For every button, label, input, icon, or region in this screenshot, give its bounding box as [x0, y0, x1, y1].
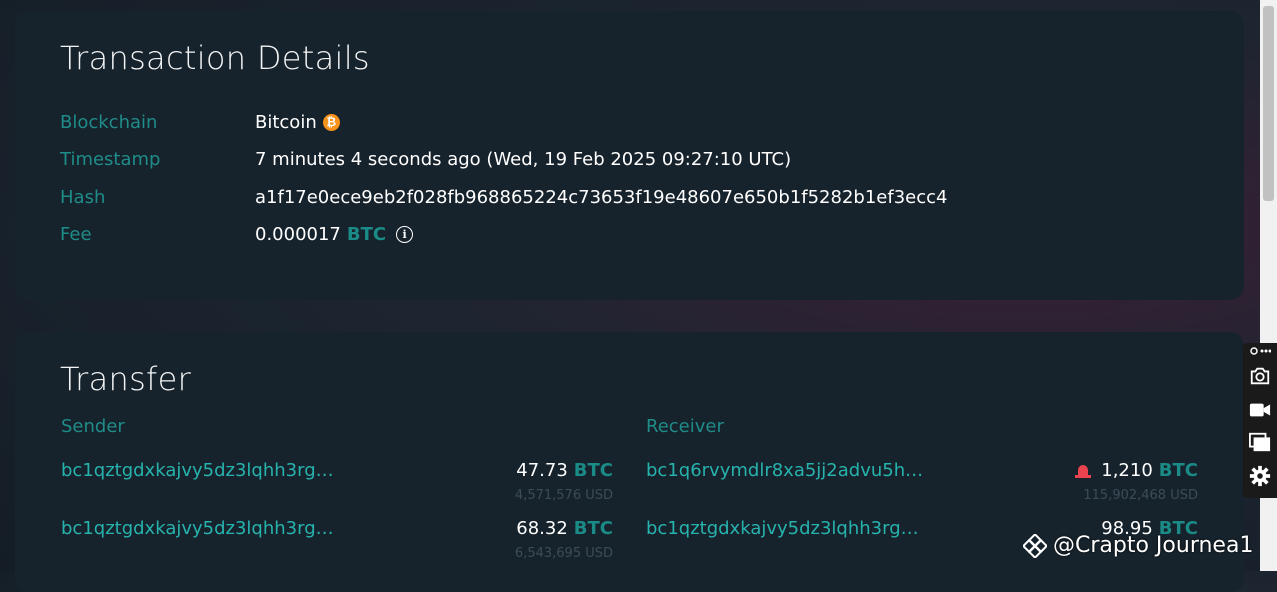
receiver-address-link[interactable]: bc1qztgdxkajvy5dz3lqhh3rg…: [646, 518, 919, 539]
sender-amount-unit: BTC: [573, 518, 613, 539]
fee-amount: 0.000017: [255, 223, 341, 245]
scrollbar-thumb[interactable]: [1263, 6, 1274, 201]
row-fee: Fee 0.000017 BTC i: [60, 221, 414, 247]
capture-toolbar: [1243, 343, 1277, 498]
sender-amount-unit: BTC: [573, 460, 613, 481]
sender-address-link[interactable]: bc1qztgdxkajvy5dz3lqhh3rg…: [61, 518, 334, 539]
blockchain-label: Blockchain: [60, 111, 158, 133]
transfer-title: Transfer: [60, 360, 192, 398]
receiver-usd-value: 115,902,468 USD: [1083, 488, 1198, 503]
row-timestamp: Timestamp 7 minutes 4 seconds ago (Wed, …: [60, 146, 791, 172]
watermark: @Crapto Journea1: [1023, 533, 1253, 558]
sender-amount-value: 47.73: [516, 460, 568, 481]
sender-amount-value: 68.32: [516, 518, 568, 539]
sender-address-link[interactable]: bc1qztgdxkajvy5dz3lqhh3rg…: [61, 460, 334, 481]
row-hash: Hash a1f17e0ece9eb2f028fb968865224c73653…: [60, 184, 947, 210]
more-options-icon[interactable]: [1249, 343, 1271, 357]
transaction-details-card: Transaction Details Blockchain Bitcoin ₿…: [15, 11, 1244, 300]
blockchain-value: Bitcoin ₿: [255, 112, 340, 133]
bitcoin-icon: ₿: [322, 113, 340, 131]
window-capture-icon[interactable]: [1249, 431, 1271, 453]
alert-siren-icon: [1075, 464, 1092, 478]
row-blockchain: Blockchain Bitcoin ₿: [60, 109, 340, 135]
gear-icon[interactable]: [1249, 465, 1271, 487]
camera-icon[interactable]: [1249, 365, 1271, 387]
blockchain-name: Bitcoin: [255, 111, 317, 133]
sender-heading: Sender: [61, 416, 125, 437]
receiver-amount-unit: BTC: [1158, 460, 1198, 481]
hash-label: Hash: [60, 186, 106, 208]
info-icon[interactable]: i: [396, 225, 414, 243]
sender-usd-value: 6,543,695 USD: [514, 546, 613, 561]
timestamp-label: Timestamp: [60, 148, 161, 170]
hash-link[interactable]: a1f17e0ece9eb2f028fb968865224c73653f19e4…: [255, 187, 947, 208]
receiver-address-link[interactable]: bc1q6rvymdlr8xa5jj2advu5h…: [646, 460, 923, 481]
details-title: Transaction Details: [60, 39, 370, 77]
sender-amount: 47.73 BTC: [516, 460, 613, 481]
watermark-text: @Crapto Journea1: [1053, 533, 1254, 558]
fee-label: Fee: [60, 223, 92, 245]
sender-amount: 68.32 BTC: [516, 518, 613, 539]
receiver-heading: Receiver: [646, 416, 724, 437]
video-camera-icon[interactable]: [1249, 399, 1271, 421]
binance-logo-icon: [1023, 533, 1047, 558]
receiver-amount-value: 1,210: [1101, 460, 1153, 481]
receiver-amount: 1,210 BTC: [1075, 460, 1198, 481]
fee-unit: BTC: [346, 223, 387, 245]
sender-usd-value: 4,571,576 USD: [514, 488, 613, 503]
timestamp-value: 7 minutes 4 seconds ago (Wed, 19 Feb 202…: [255, 148, 792, 170]
fee-value: 0.000017 BTC i: [255, 223, 414, 245]
